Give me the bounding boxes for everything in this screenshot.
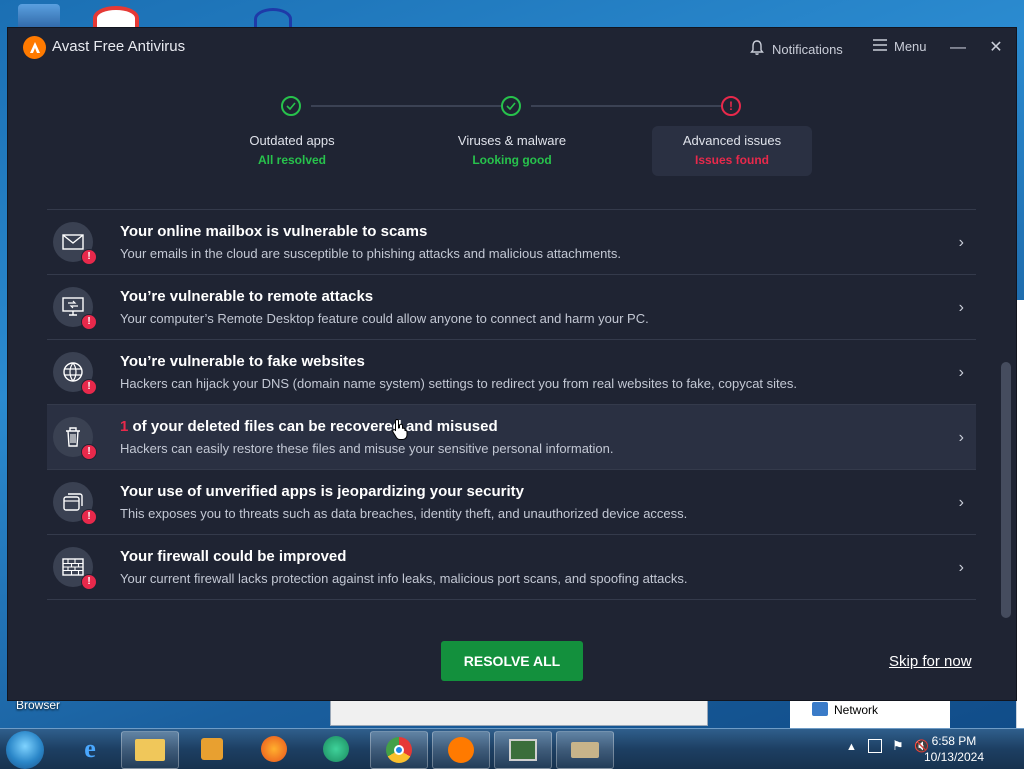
app-icon[interactable] xyxy=(308,731,364,767)
issue-row-fake-websites[interactable]: ! You’re vulnerable to fake websites Hac… xyxy=(47,340,976,405)
alert-badge-icon: ! xyxy=(81,314,97,330)
show-hidden-icons-icon[interactable]: ▲ xyxy=(846,741,857,753)
avast-taskbar-icon[interactable] xyxy=(432,731,490,769)
menu-label: Menu xyxy=(894,39,927,54)
issue-row-firewall[interactable]: ! Your firewall could be improved Your c… xyxy=(47,535,976,600)
file-explorer-icon[interactable] xyxy=(121,731,179,769)
avast-window: Avast Free Antivirus Notifications Menu … xyxy=(8,28,1016,700)
issue-row-unverified-apps[interactable]: ! Your use of unverified apps is jeopard… xyxy=(47,470,976,535)
taskbar-clock[interactable]: 6:58 PM 10/13/2024 xyxy=(924,733,984,765)
chevron-right-icon: › xyxy=(958,494,964,511)
hamburger-icon xyxy=(873,39,887,54)
network-icon xyxy=(812,702,828,716)
issue-title: Your firewall could be improved xyxy=(120,548,347,565)
issue-description: Your emails in the cloud are susceptible… xyxy=(120,246,622,261)
background-window-dialog xyxy=(330,700,708,726)
desktop-icon-google[interactable] xyxy=(93,6,139,30)
step-advanced-issues[interactable]: Advanced issues Issues found xyxy=(652,126,812,176)
issues-list: ! Your online mailbox is vulnerable to s… xyxy=(47,209,976,600)
chevron-right-icon: › xyxy=(958,364,964,381)
background-window-explorer xyxy=(1016,300,1024,728)
network-label[interactable]: Network xyxy=(834,703,878,717)
resolve-all-button[interactable]: RESOLVE ALL xyxy=(441,641,583,681)
issue-title-text: of your deleted files can be recovered a… xyxy=(128,418,498,435)
issue-title: You’re vulnerable to remote attacks xyxy=(120,288,374,305)
desktop-label-browser[interactable]: Browser xyxy=(16,698,60,712)
start-button[interactable] xyxy=(6,731,44,769)
clock-date: 10/13/2024 xyxy=(923,750,984,764)
issue-row-mailbox[interactable]: ! Your online mailbox is vulnerable to s… xyxy=(47,210,976,275)
step-title: Outdated apps xyxy=(249,133,335,148)
internet-explorer-icon[interactable]: e xyxy=(62,731,118,767)
desktop-icon-globe[interactable] xyxy=(254,8,292,30)
trash-icon: ! xyxy=(53,417,97,460)
chrome-icon[interactable] xyxy=(370,731,428,769)
chevron-right-icon: › xyxy=(958,559,964,576)
step-status: Looking good xyxy=(472,153,552,167)
menu-button[interactable]: Menu xyxy=(873,39,927,54)
issue-description: Hackers can easily restore these files a… xyxy=(120,441,614,456)
step-title: Viruses & malware xyxy=(457,133,567,148)
step-status: Issues found xyxy=(694,153,769,167)
tray-network-icon[interactable] xyxy=(868,739,882,753)
globe-icon: ! xyxy=(53,352,97,395)
skip-for-now-link[interactable]: Skip for now xyxy=(889,653,972,670)
step-viruses-malware[interactable]: Viruses & malware Looking good xyxy=(432,126,592,176)
media-player-icon[interactable] xyxy=(184,731,240,767)
network-panel: Network xyxy=(790,698,950,728)
apps-icon: ! xyxy=(53,482,97,525)
step-status: All resolved xyxy=(257,153,327,167)
scanner-icon[interactable] xyxy=(556,731,614,769)
issue-row-remote-attacks[interactable]: ! You’re vulnerable to remote attacks Yo… xyxy=(47,275,976,340)
stepper-line-1 xyxy=(311,105,501,107)
step-outdated-apps[interactable]: Outdated apps All resolved xyxy=(212,126,372,176)
tray-flag-icon[interactable]: ⚑ xyxy=(892,738,904,754)
stepper-line-2 xyxy=(531,105,721,107)
bell-icon xyxy=(749,39,765,59)
alert-badge-icon: ! xyxy=(81,509,97,525)
step-title: Advanced issues xyxy=(682,133,782,148)
notifications-button[interactable]: Notifications xyxy=(749,39,843,59)
chevron-right-icon: › xyxy=(958,299,964,316)
title-bar: Avast Free Antivirus Notifications Menu … xyxy=(8,28,1016,68)
step-1-check-icon xyxy=(281,96,301,116)
issue-title: You’re vulnerable to fake websites xyxy=(120,353,365,370)
chevron-right-icon: › xyxy=(958,429,964,446)
scrollbar-thumb[interactable] xyxy=(1001,362,1011,618)
firewall-icon: ! xyxy=(53,547,97,590)
minimize-icon[interactable]: — xyxy=(948,38,968,58)
alert-badge-icon: ! xyxy=(81,379,97,395)
alert-badge-icon: ! xyxy=(81,574,97,590)
task-manager-icon[interactable] xyxy=(494,731,552,769)
remote-desktop-icon: ! xyxy=(53,287,97,330)
chevron-right-icon: › xyxy=(958,234,964,251)
taskbar: e ▲ ⚑ 🔇 6:58 PM 10/13/2024 xyxy=(0,728,1024,769)
alert-badge-icon: ! xyxy=(81,249,97,265)
step-2-check-icon xyxy=(501,96,521,116)
issue-title: Your online mailbox is vulnerable to sca… xyxy=(120,223,428,240)
issue-title: 1 of your deleted files can be recovered… xyxy=(120,418,498,435)
issue-title: Your use of unverified apps is jeopardiz… xyxy=(120,483,524,500)
step-3-alert-icon: ! xyxy=(721,96,741,116)
app-title: Avast Free Antivirus xyxy=(52,38,186,55)
alert-badge-icon: ! xyxy=(81,444,97,460)
issue-description: Your current firewall lacks protection a… xyxy=(120,571,688,586)
issue-description: Hackers can hijack your DNS (domain name… xyxy=(120,376,797,391)
firefox-icon[interactable] xyxy=(246,731,302,767)
issue-description: Your computer’s Remote Desktop feature c… xyxy=(120,311,649,326)
avast-logo-icon xyxy=(23,36,46,59)
hand-cursor-icon xyxy=(392,418,408,445)
clock-time: 6:58 PM xyxy=(931,734,977,748)
close-icon[interactable]: ✕ xyxy=(986,38,1006,58)
mail-icon: ! xyxy=(53,222,97,265)
issue-description: This exposes you to threats such as data… xyxy=(120,506,688,521)
notifications-label: Notifications xyxy=(772,41,843,57)
issue-row-deleted-files[interactable]: ! 1 of your deleted files can be recover… xyxy=(47,405,976,470)
